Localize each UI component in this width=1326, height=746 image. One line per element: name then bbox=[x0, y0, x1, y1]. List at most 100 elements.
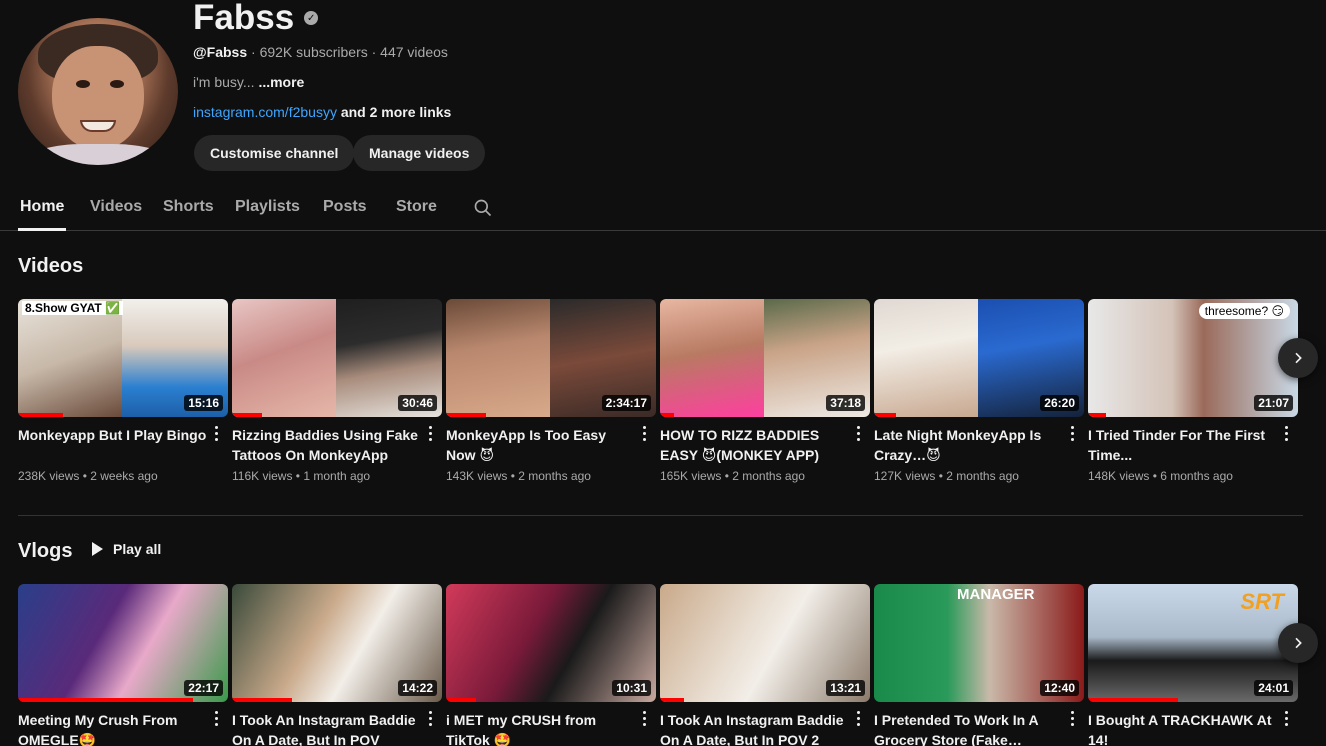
tab-shorts[interactable]: Shorts bbox=[163, 198, 214, 216]
video-title[interactable]: i MET my CRUSH from TikTok 🤩 bbox=[446, 710, 636, 746]
thumbnail-overlay-text: 8.Show GYAT ✅ bbox=[22, 301, 123, 315]
video-thumbnail[interactable]: 2:34:17 bbox=[446, 299, 656, 417]
video-title[interactable]: Monkeyapp But I Play Bingo bbox=[18, 425, 208, 465]
vlog-card[interactable]: 10:31 i MET my CRUSH from TikTok 🤩 bbox=[446, 584, 656, 746]
video-title[interactable]: Meeting My Crush From OMEGLE🤩 bbox=[18, 710, 208, 746]
video-card[interactable]: 37:18 HOW TO RIZZ BADDIES EASY 😈(MONKEY … bbox=[660, 299, 870, 483]
customise-channel-button[interactable]: Customise channel bbox=[194, 135, 355, 171]
tab-posts[interactable]: Posts bbox=[323, 198, 367, 216]
video-thumbnail[interactable]: threesome? 😏 21:07 bbox=[1088, 299, 1298, 417]
more-options-icon[interactable] bbox=[1278, 708, 1294, 728]
search-icon[interactable] bbox=[473, 198, 493, 218]
video-title[interactable]: I Took An Instagram Baddie On A Date, Bu… bbox=[232, 710, 422, 746]
vlog-card[interactable]: 22:17 Meeting My Crush From OMEGLE🤩 bbox=[18, 584, 228, 746]
channel-links[interactable]: instagram.com/f2busyy and 2 more links bbox=[193, 104, 451, 120]
more-link[interactable]: ...more bbox=[258, 74, 304, 90]
video-thumbnail[interactable]: 37:18 bbox=[660, 299, 870, 417]
active-tab-indicator bbox=[18, 228, 66, 231]
video-meta: 148K views • 6 months ago bbox=[1088, 469, 1233, 483]
video-duration: 12:40 bbox=[1040, 680, 1079, 696]
thumbnail-overlay-text: threesome? 😏 bbox=[1198, 303, 1290, 319]
channel-name: Fabss ✓ bbox=[193, 0, 319, 38]
video-card[interactable]: 30:46 Rizzing Baddies Using Fake Tattoos… bbox=[232, 299, 442, 483]
video-duration: 26:20 bbox=[1040, 395, 1079, 411]
next-arrow-button[interactable] bbox=[1278, 623, 1318, 663]
channel-name-text: Fabss bbox=[193, 0, 295, 37]
video-duration: 2:34:17 bbox=[601, 395, 651, 411]
video-title[interactable]: MonkeyApp Is Too Easy Now 😈 bbox=[446, 425, 636, 465]
video-thumbnail[interactable]: MANAGER 12:40 bbox=[874, 584, 1084, 702]
more-options-icon[interactable] bbox=[850, 708, 866, 728]
video-title[interactable]: I Took An Instagram Baddie On A Date, Bu… bbox=[660, 710, 850, 746]
more-options-icon[interactable] bbox=[1064, 708, 1080, 728]
watch-progress-bar bbox=[660, 413, 674, 417]
channel-tabs: Home Videos Shorts Playlists Posts Store bbox=[0, 186, 1326, 231]
video-thumbnail[interactable]: 14:22 bbox=[232, 584, 442, 702]
video-title[interactable]: I Pretended To Work In A Grocery Store (… bbox=[874, 710, 1064, 746]
vlog-card[interactable]: 14:22 I Took An Instagram Baddie On A Da… bbox=[232, 584, 442, 746]
more-options-icon[interactable] bbox=[422, 708, 438, 728]
vlog-card[interactable]: SRT 24:01 I Bought A TRACKHAWK At 14! bbox=[1088, 584, 1298, 746]
more-options-icon[interactable] bbox=[208, 423, 224, 443]
video-duration: 13:21 bbox=[826, 680, 865, 696]
video-duration: 21:07 bbox=[1254, 395, 1293, 411]
video-thumbnail[interactable]: SRT 24:01 bbox=[1088, 584, 1298, 702]
video-card[interactable]: 26:20 Late Night MonkeyApp Is Crazy…😈 12… bbox=[874, 299, 1084, 483]
video-thumbnail[interactable]: 30:46 bbox=[232, 299, 442, 417]
video-thumbnail[interactable]: 26:20 bbox=[874, 299, 1084, 417]
play-all-button[interactable]: Play all bbox=[92, 541, 161, 557]
next-arrow-button[interactable] bbox=[1278, 338, 1318, 378]
video-duration: 37:18 bbox=[826, 395, 865, 411]
watch-progress-bar bbox=[660, 698, 684, 702]
video-meta: 238K views • 2 weeks ago bbox=[18, 469, 158, 483]
video-card[interactable]: threesome? 😏 21:07 I Tried Tinder For Th… bbox=[1088, 299, 1298, 483]
video-duration: 14:22 bbox=[398, 680, 437, 696]
more-options-icon[interactable] bbox=[208, 708, 224, 728]
video-title[interactable]: HOW TO RIZZ BADDIES EASY 😈(MONKEY APP) bbox=[660, 425, 850, 465]
section-title-videos[interactable]: Videos bbox=[18, 255, 83, 278]
video-title[interactable]: I Tried Tinder For The First Time... bbox=[1088, 425, 1278, 465]
section-divider bbox=[18, 515, 1303, 516]
instagram-link[interactable]: instagram.com/f2busyy bbox=[193, 104, 337, 120]
video-thumbnail[interactable]: 13:21 bbox=[660, 584, 870, 702]
more-links-text[interactable]: and 2 more links bbox=[337, 104, 452, 120]
video-thumbnail[interactable]: 8.Show GYAT ✅ 15:16 bbox=[18, 299, 228, 417]
section-title-vlogs[interactable]: Vlogs bbox=[18, 540, 72, 563]
chevron-right-icon bbox=[1295, 637, 1302, 649]
more-options-icon[interactable] bbox=[422, 423, 438, 443]
tab-playlists[interactable]: Playlists bbox=[235, 198, 300, 216]
more-options-icon[interactable] bbox=[1064, 423, 1080, 443]
tab-videos[interactable]: Videos bbox=[90, 198, 142, 216]
more-options-icon[interactable] bbox=[1278, 423, 1294, 443]
more-options-icon[interactable] bbox=[850, 423, 866, 443]
watch-progress-bar bbox=[18, 698, 193, 702]
vlog-card[interactable]: MANAGER 12:40 I Pretended To Work In A G… bbox=[874, 584, 1084, 746]
vlog-card[interactable]: 13:21 I Took An Instagram Baddie On A Da… bbox=[660, 584, 870, 746]
thumbnail-overlay-text: SRT bbox=[1240, 589, 1284, 614]
video-card[interactable]: 8.Show GYAT ✅ 15:16 Monkeyapp But I Play… bbox=[18, 299, 228, 483]
watch-progress-bar bbox=[1088, 413, 1106, 417]
video-meta: 165K views • 2 months ago bbox=[660, 469, 805, 483]
watch-progress-bar bbox=[232, 413, 262, 417]
video-card[interactable]: 2:34:17 MonkeyApp Is Too Easy Now 😈 143K… bbox=[446, 299, 656, 483]
watch-progress-bar bbox=[18, 413, 63, 417]
channel-description[interactable]: i'm busy... ...more bbox=[193, 74, 304, 90]
manage-videos-button[interactable]: Manage videos bbox=[353, 135, 486, 171]
description-text: i'm busy... bbox=[193, 74, 259, 90]
watch-progress-bar bbox=[446, 698, 476, 702]
watch-progress-bar bbox=[1088, 698, 1178, 702]
video-thumbnail[interactable]: 10:31 bbox=[446, 584, 656, 702]
video-title[interactable]: Late Night MonkeyApp Is Crazy…😈 bbox=[874, 425, 1064, 465]
video-title[interactable]: Rizzing Baddies Using Fake Tattoos On Mo… bbox=[232, 425, 422, 465]
tab-home[interactable]: Home bbox=[20, 198, 64, 216]
video-meta: 143K views • 2 months ago bbox=[446, 469, 591, 483]
chevron-right-icon bbox=[1295, 352, 1302, 364]
video-thumbnail[interactable]: 22:17 bbox=[18, 584, 228, 702]
video-title[interactable]: I Bought A TRACKHAWK At 14! bbox=[1088, 710, 1278, 746]
play-all-label: Play all bbox=[113, 541, 162, 557]
more-options-icon[interactable] bbox=[636, 708, 652, 728]
video-meta: 127K views • 2 months ago bbox=[874, 469, 1019, 483]
channel-avatar[interactable] bbox=[18, 18, 178, 165]
tab-store[interactable]: Store bbox=[396, 198, 437, 216]
more-options-icon[interactable] bbox=[636, 423, 652, 443]
